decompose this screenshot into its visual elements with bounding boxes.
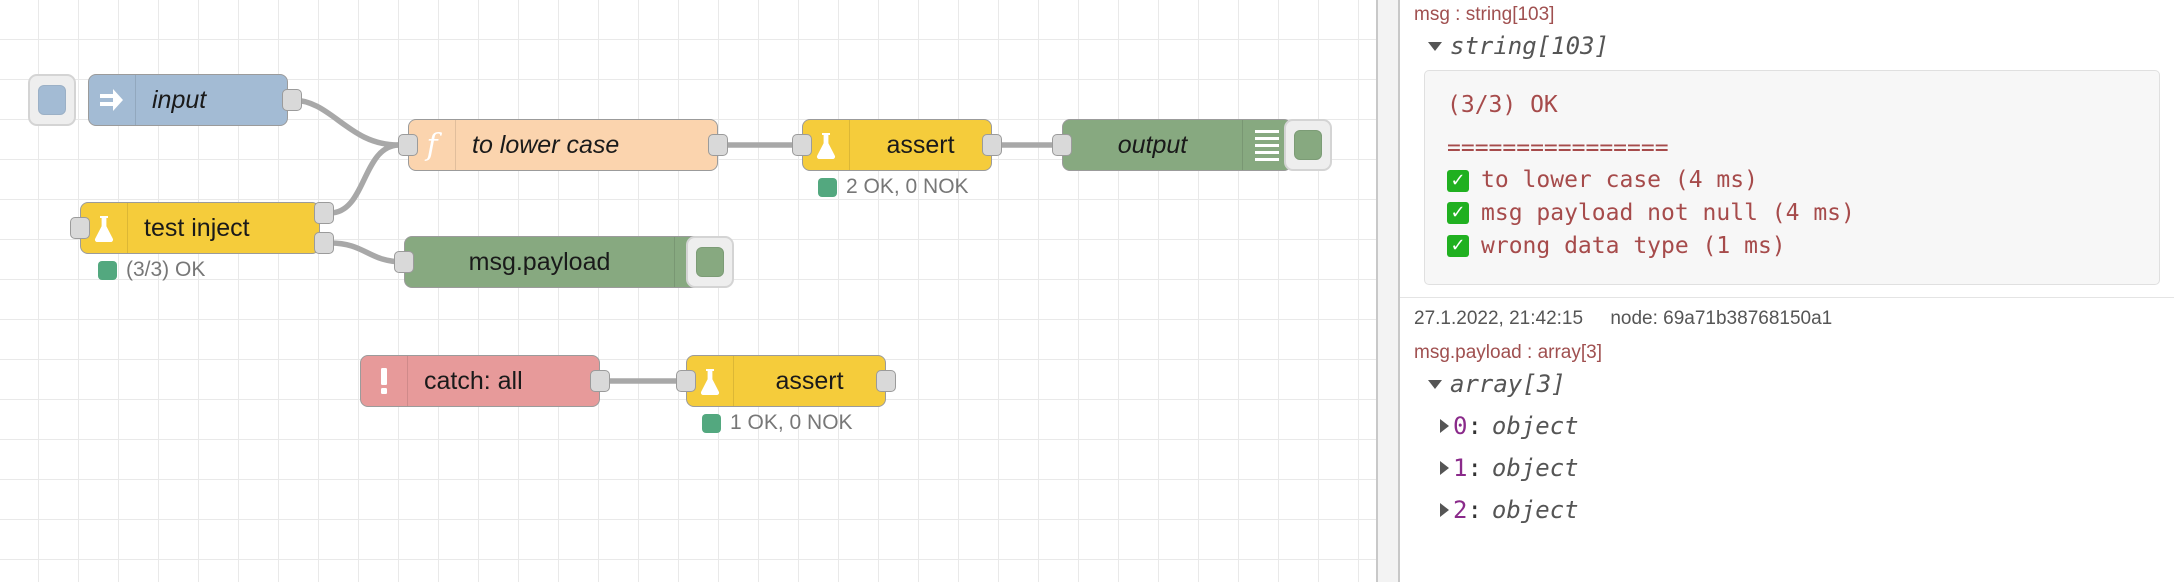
- string-line-text: to lower case (4 ms): [1481, 167, 1758, 194]
- debug-sidebar[interactable]: msg : string[103] string[103] (3/3) OK =…: [1400, 0, 2174, 582]
- status-assert-bottom: 1 OK, 0 NOK: [702, 411, 853, 435]
- array-item-row[interactable]: 0 : object: [1400, 412, 2174, 440]
- svg-text:f: f: [424, 129, 442, 161]
- node-assert-top[interactable]: assert: [802, 119, 992, 171]
- port-output-assert-bottom[interactable]: [876, 370, 896, 392]
- chevron-down-icon[interactable]: [1428, 41, 1442, 51]
- port-output-function[interactable]: [708, 134, 728, 156]
- debug-timestamp: 27.1.2022, 21:42:15: [1414, 308, 1584, 330]
- port-input-test-inject[interactable]: [70, 217, 90, 239]
- chevron-right-icon[interactable]: [1440, 419, 1449, 434]
- node-label: output: [1117, 130, 1188, 159]
- debug-toggle-inner: [1294, 130, 1322, 160]
- chevron-down-icon[interactable]: [1428, 379, 1442, 389]
- node-label: msg.payload: [468, 247, 611, 276]
- port-output-2-test-inject[interactable]: [314, 232, 334, 254]
- debug-topic: msg : string[103]: [1414, 4, 1555, 25]
- node-label: assert: [775, 366, 844, 395]
- debug-message-1[interactable]: msg : string[103] string[103] (3/3) OK =…: [1400, 0, 2174, 286]
- port-input-debug-payload[interactable]: [394, 251, 414, 273]
- flow-canvas[interactable]: input test inject (3/3) OK f to lower ca…: [0, 0, 1378, 582]
- arrow-right-icon: [89, 75, 136, 125]
- debug-type-row-string[interactable]: string[103]: [1400, 32, 2174, 60]
- node-label: catch: all: [424, 366, 523, 395]
- debug-type-label: string[103]: [1450, 32, 1609, 60]
- node-function-to-lower-case[interactable]: f to lower case: [408, 119, 718, 171]
- debug-message-2[interactable]: 27.1.2022, 21:42:15 node: 69a71b38768150…: [1400, 298, 2174, 524]
- status-text: (3/3) OK: [126, 258, 206, 281]
- array-item-colon: :: [1467, 412, 1482, 441]
- string-line-text: (3/3) OK: [1447, 92, 1558, 118]
- debug-toggle-button-payload[interactable]: [686, 236, 734, 288]
- array-item-row[interactable]: 2 : object: [1400, 496, 2174, 524]
- node-red-editor-window: input test inject (3/3) OK f to lower ca…: [0, 0, 2174, 582]
- status-dot-icon: [702, 413, 721, 433]
- array-item-value: object: [1491, 496, 1579, 525]
- chevron-right-icon[interactable]: [1440, 461, 1449, 476]
- wire-inject-to-debug: [327, 240, 407, 265]
- string-line: (3/3) OK: [1447, 89, 2137, 122]
- check-icon: ✓: [1447, 202, 1469, 225]
- debug-message-meta: 27.1.2022, 21:42:15 node: 69a71b38768150…: [1400, 298, 2174, 338]
- debug-string-box: (3/3) OK ================ ✓ to lower cas…: [1424, 70, 2160, 286]
- node-assert-bottom[interactable]: assert: [686, 355, 886, 407]
- array-item-colon: :: [1467, 454, 1482, 483]
- chevron-right-icon[interactable]: [1440, 503, 1449, 518]
- array-item-value: object: [1491, 454, 1579, 483]
- status-test-inject: (3/3) OK: [98, 258, 205, 282]
- node-label: to lower case: [472, 130, 620, 159]
- debug-toggle-button-output[interactable]: [1284, 119, 1332, 171]
- node-test-inject[interactable]: test inject: [80, 202, 320, 254]
- array-item-key: 1: [1453, 454, 1468, 483]
- node-label: assert: [886, 130, 955, 159]
- array-item-colon: :: [1467, 496, 1482, 525]
- exclamation-icon: [361, 356, 408, 406]
- array-item-key: 2: [1453, 496, 1468, 525]
- port-output-1-test-inject[interactable]: [314, 202, 334, 224]
- node-label: input: [152, 85, 207, 114]
- status-dot-icon: [98, 260, 117, 280]
- string-line: ✓ to lower case (4 ms): [1447, 164, 2137, 197]
- canvas-vertical-scrollbar[interactable]: [1378, 0, 1398, 582]
- string-line-text: ================: [1447, 134, 1669, 161]
- node-link-in-input[interactable]: input: [88, 74, 288, 126]
- string-line-text: msg payload not null (4 ms): [1481, 199, 1855, 226]
- port-input-function[interactable]: [398, 134, 418, 156]
- port-output-catch-all[interactable]: [590, 370, 610, 392]
- array-item-row[interactable]: 1 : object: [1400, 454, 2174, 482]
- status-text: 2 OK, 0 NOK: [846, 175, 969, 198]
- check-icon: ✓: [1447, 169, 1469, 192]
- port-output-input-node[interactable]: [282, 89, 302, 111]
- port-input-assert-bottom[interactable]: [676, 370, 696, 392]
- string-line: ================: [1447, 132, 2137, 165]
- check-icon: ✓: [1447, 234, 1469, 257]
- port-input-output-node[interactable]: [1052, 134, 1072, 156]
- debug-type-row-array[interactable]: array[3]: [1400, 370, 2174, 398]
- status-assert-top: 2 OK, 0 NOK: [818, 175, 969, 199]
- string-line: ✓ msg payload not null (4 ms): [1447, 197, 2137, 230]
- array-item-value: object: [1491, 412, 1579, 441]
- string-line: ✓ wrong data type (1 ms): [1447, 230, 2137, 263]
- array-item-key: 0: [1453, 412, 1468, 441]
- wire-input-to-function: [289, 97, 401, 148]
- node-label: test inject: [144, 213, 250, 242]
- status-dot-icon: [818, 177, 837, 197]
- debug-topic: msg.payload : array[3]: [1414, 342, 1602, 364]
- wire-inject-to-function: [327, 142, 401, 216]
- debug-type-label: array[3]: [1450, 370, 1566, 399]
- node-catch-all[interactable]: catch: all: [360, 355, 600, 407]
- debug-node-id[interactable]: node: 69a71b38768150a1: [1610, 308, 1832, 329]
- link-in-button-inner: [38, 85, 66, 115]
- node-debug-msg-payload[interactable]: msg.payload: [404, 236, 724, 288]
- string-line-text: wrong data type (1 ms): [1481, 232, 1786, 259]
- debug-toggle-inner: [696, 247, 724, 277]
- link-in-trigger-button[interactable]: [28, 74, 76, 126]
- port-output-assert-top[interactable]: [982, 134, 1002, 156]
- node-output-debug[interactable]: output: [1062, 119, 1292, 171]
- status-text: 1 OK, 0 NOK: [730, 411, 853, 434]
- port-input-assert-top[interactable]: [792, 134, 812, 156]
